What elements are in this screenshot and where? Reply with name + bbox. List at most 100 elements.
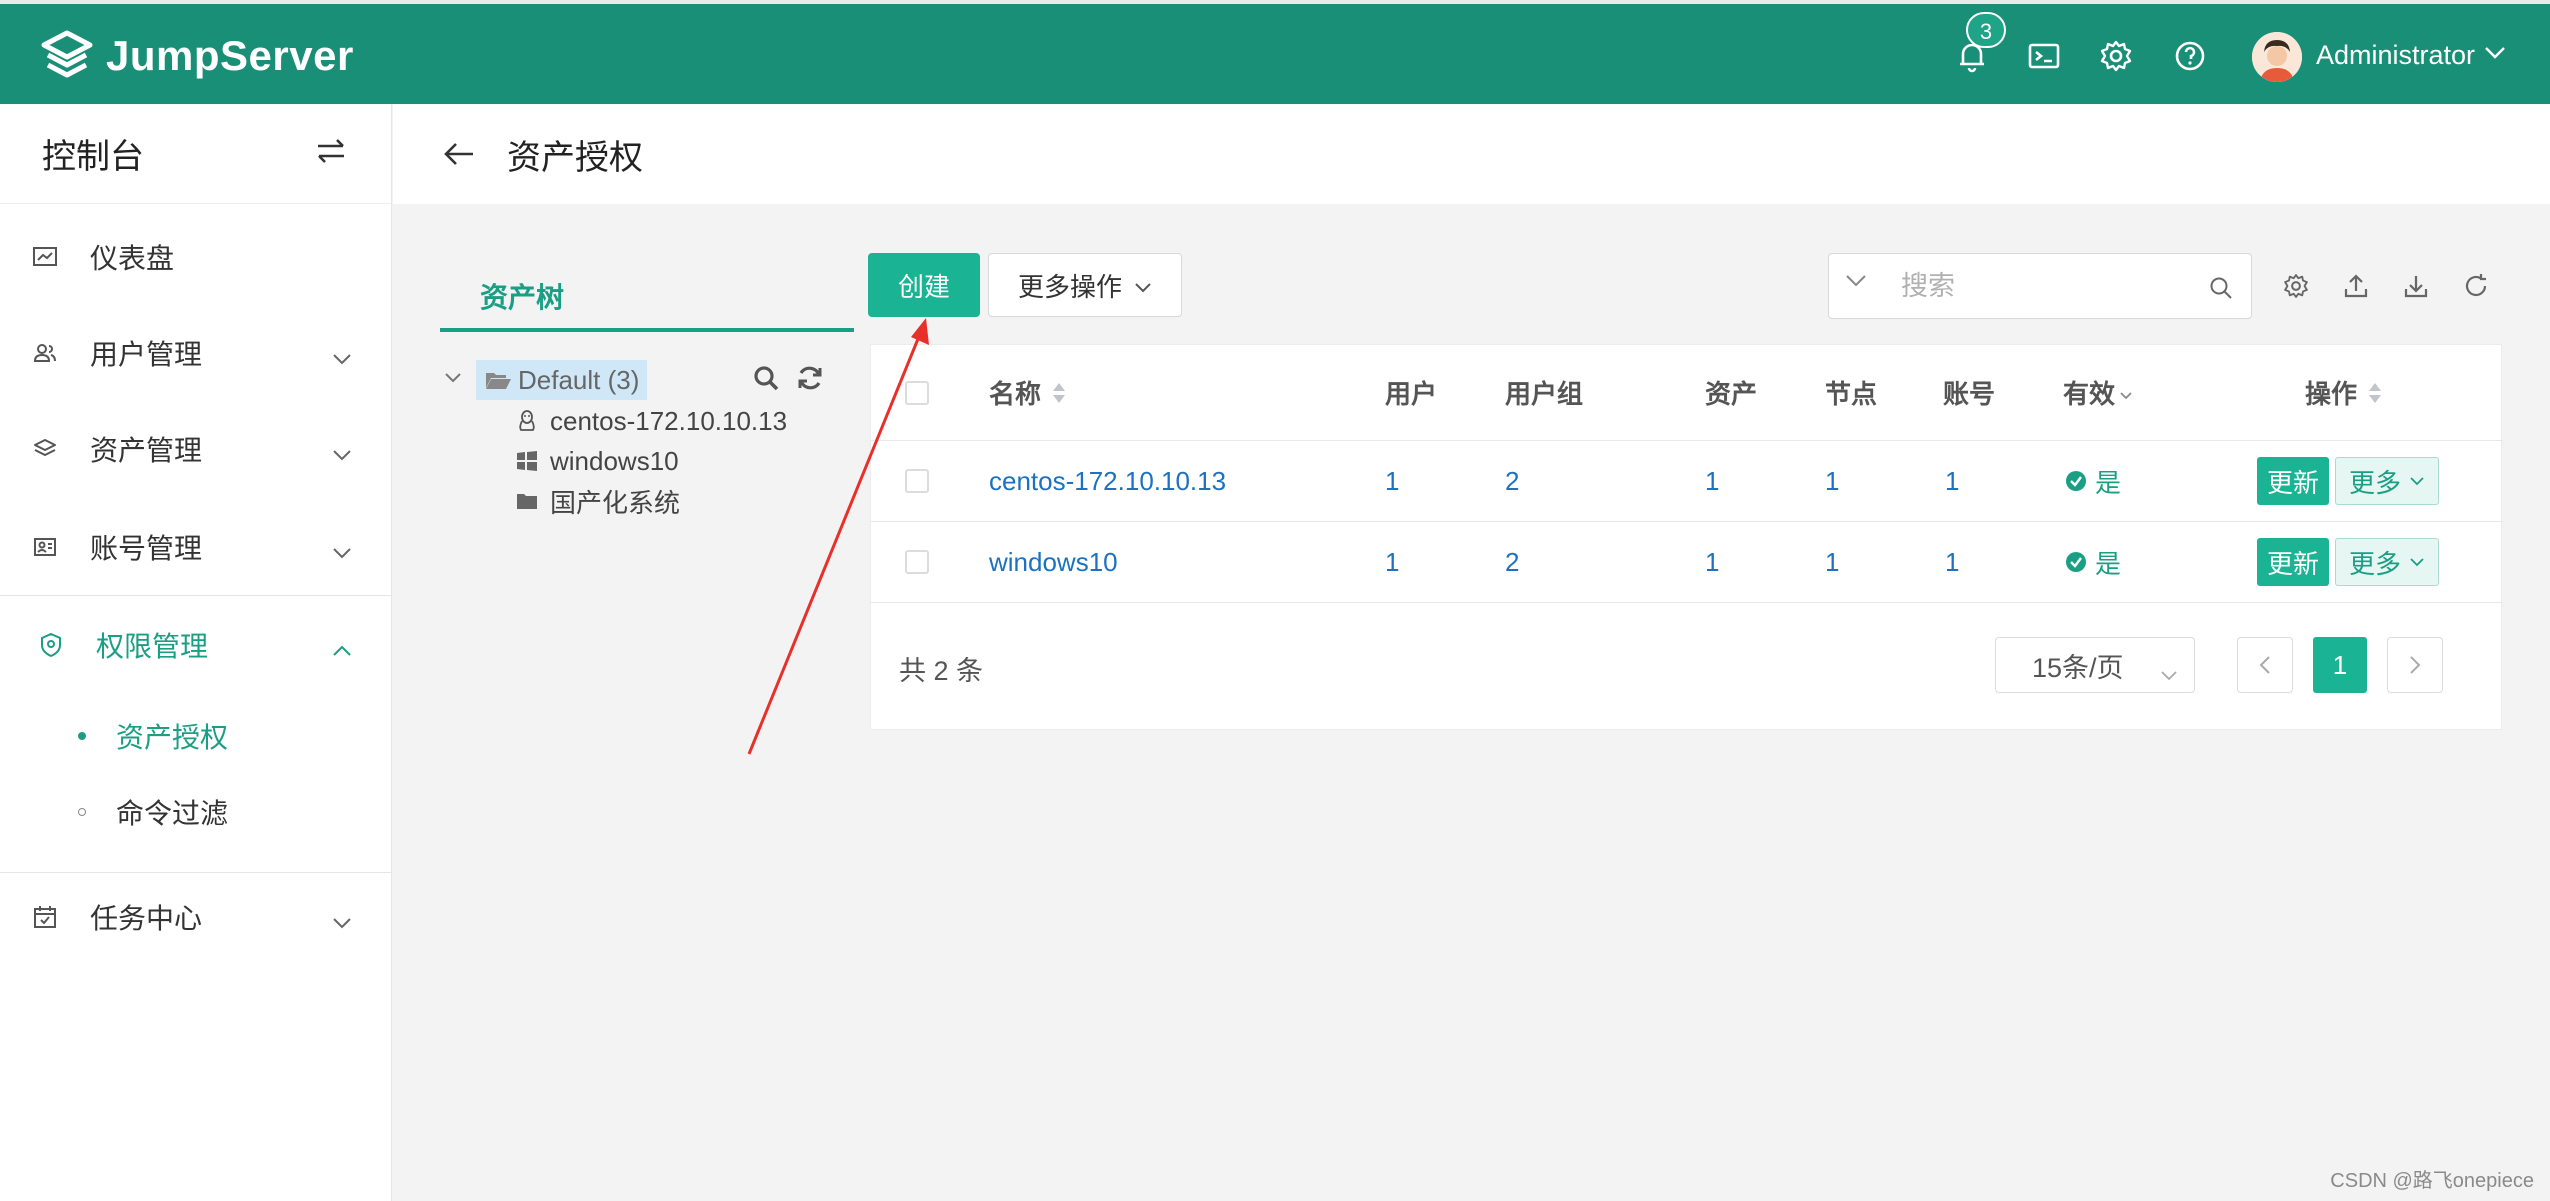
row-actions: 更新 更多 [2257, 441, 2439, 521]
row-user-groups-link[interactable]: 2 [1505, 441, 1519, 521]
update-button[interactable]: 更新 [2257, 538, 2329, 586]
sidebar-divider [0, 872, 392, 873]
row-name-link[interactable]: centos-172.10.10.13 [989, 441, 1226, 521]
sidebar-item-tasks[interactable]: 任务中心 [0, 882, 392, 952]
chevron-down-icon[interactable] [1845, 274, 1867, 293]
row-accounts-link[interactable]: 1 [1945, 441, 1959, 521]
update-button[interactable]: 更新 [2257, 457, 2329, 505]
row-valid-status: 是 [2065, 441, 2121, 521]
page-size-select[interactable]: 15条/页 [1995, 637, 2195, 693]
help-icon[interactable] [2170, 36, 2210, 76]
row-nodes-link[interactable]: 1 [1825, 441, 1839, 521]
header-label: 名称 [989, 379, 1042, 409]
logo-icon [41, 30, 93, 78]
search-box [1828, 253, 2252, 319]
tree-node-domestic-systems[interactable]: 国产化系统 [516, 483, 680, 519]
search-input[interactable] [1901, 266, 2201, 306]
chevron-up-icon [332, 632, 352, 664]
prev-page-button[interactable] [2237, 637, 2293, 693]
calendar-icon [30, 902, 60, 932]
sidebar-item-label: 权限管理 [96, 631, 209, 662]
notification-badge: 3 [1966, 12, 2006, 48]
more-actions-label: 更多操作 [1017, 271, 1122, 302]
create-button[interactable]: 创建 [868, 253, 980, 317]
sidebar-item-permissions[interactable]: 权限管理 [0, 610, 392, 680]
more-button[interactable]: 更多 [2335, 457, 2439, 505]
chevron-down-icon[interactable] [444, 371, 462, 389]
select-all-checkbox[interactable] [905, 345, 929, 440]
user-name[interactable]: Administrator [2316, 40, 2475, 71]
more-actions-button[interactable]: 更多操作 [988, 253, 1182, 317]
sidebar-item-label: 任务中心 [90, 903, 203, 934]
more-label: 更多 [2348, 467, 2401, 498]
header-label: 有效 [2063, 379, 2116, 409]
row-checkbox[interactable] [905, 522, 929, 602]
header-label: 操作 [2305, 379, 2358, 409]
chevron-down-icon [2160, 658, 2178, 689]
tree-node-windows10[interactable]: windows10 [516, 443, 679, 479]
layers-icon [30, 434, 60, 464]
tree-node-label: windows10 [550, 445, 679, 476]
next-page-button[interactable] [2387, 637, 2443, 693]
tree-node-label: centos-172.10.10.13 [550, 405, 788, 436]
filter-chevron-icon[interactable] [2119, 377, 2133, 408]
more-label: 更多 [2348, 548, 2401, 579]
sidebar-subitem-command-filter[interactable]: 命令过滤 [78, 792, 228, 832]
sidebar-item-accounts[interactable]: 账号管理 [0, 512, 392, 582]
more-button[interactable]: 更多 [2335, 538, 2439, 586]
sidebar-item-users[interactable]: 用户管理 [0, 318, 392, 388]
row-valid-status: 是 [2065, 522, 2121, 602]
total-count: 共 2 条 [899, 656, 984, 686]
row-checkbox[interactable] [905, 441, 929, 521]
row-users-link[interactable]: 1 [1385, 441, 1399, 521]
column-header-accounts: 账号 [1943, 379, 1996, 409]
terminal-icon[interactable] [2024, 36, 2064, 76]
row-users-link[interactable]: 1 [1385, 522, 1399, 602]
sidebar-item-assets[interactable]: 资产管理 [0, 414, 392, 484]
pagination-bar: 共 2 条 15条/页 1 [871, 603, 2503, 731]
current-page-button[interactable]: 1 [2313, 637, 2367, 693]
column-header-actions[interactable]: 操作 [2305, 345, 2383, 440]
sidebar-subitem-label: 命令过滤 [116, 798, 229, 829]
tree-node-centos[interactable]: centos-172.10.10.13 [516, 403, 787, 439]
avatar[interactable] [2252, 32, 2302, 82]
tab-asset-tree[interactable]: 资产树 [440, 256, 854, 332]
shield-icon [36, 630, 66, 660]
sidebar-item-label: 仪表盘 [90, 243, 175, 274]
column-header-name[interactable]: 名称 [989, 345, 1067, 440]
column-header-user-groups: 用户组 [1505, 379, 1584, 409]
tree-root-label: Default (3) [518, 364, 640, 395]
sidebar-item-dashboard[interactable]: 仪表盘 [0, 222, 392, 292]
sidebar-divider [0, 595, 392, 596]
linux-icon [516, 409, 538, 433]
row-assets-link[interactable]: 1 [1705, 522, 1719, 602]
back-arrow-icon[interactable] [443, 141, 475, 167]
gear-icon[interactable] [2096, 36, 2136, 76]
search-icon[interactable] [752, 364, 780, 397]
row-nodes-link[interactable]: 1 [1825, 522, 1839, 602]
valid-label: 是 [2095, 548, 2122, 579]
sort-icon[interactable] [2367, 381, 2383, 405]
sidebar-subitem-asset-permission[interactable]: 资产授权 [78, 716, 228, 756]
search-icon[interactable] [2209, 276, 2233, 305]
switch-arrows-icon[interactable] [315, 137, 347, 170]
refresh-icon[interactable] [2460, 270, 2492, 302]
chevron-down-icon [2410, 477, 2424, 486]
tree-root-label-wrap[interactable]: Default (3) [476, 360, 648, 400]
row-accounts-link[interactable]: 1 [1945, 522, 1959, 602]
column-header-valid[interactable]: 有效 [2063, 345, 2133, 440]
row-user-groups-link[interactable]: 2 [1505, 522, 1519, 602]
folder-open-icon [486, 373, 511, 389]
chevron-down-icon[interactable] [2484, 46, 2506, 65]
row-name-link[interactable]: windows10 [989, 522, 1118, 602]
refresh-icon[interactable] [796, 364, 824, 397]
top-navbar: JumpServer 3 Administrator [0, 0, 2550, 104]
sort-icon[interactable] [1051, 381, 1067, 405]
row-assets-link[interactable]: 1 [1705, 441, 1719, 521]
jumpserver-logo[interactable]: JumpServer [40, 26, 354, 86]
users-icon [30, 338, 60, 368]
settings-icon[interactable] [2280, 270, 2312, 302]
download-icon[interactable] [2400, 270, 2432, 302]
upload-icon[interactable] [2340, 270, 2372, 302]
tree-root-node[interactable]: Default (3) [444, 360, 648, 400]
